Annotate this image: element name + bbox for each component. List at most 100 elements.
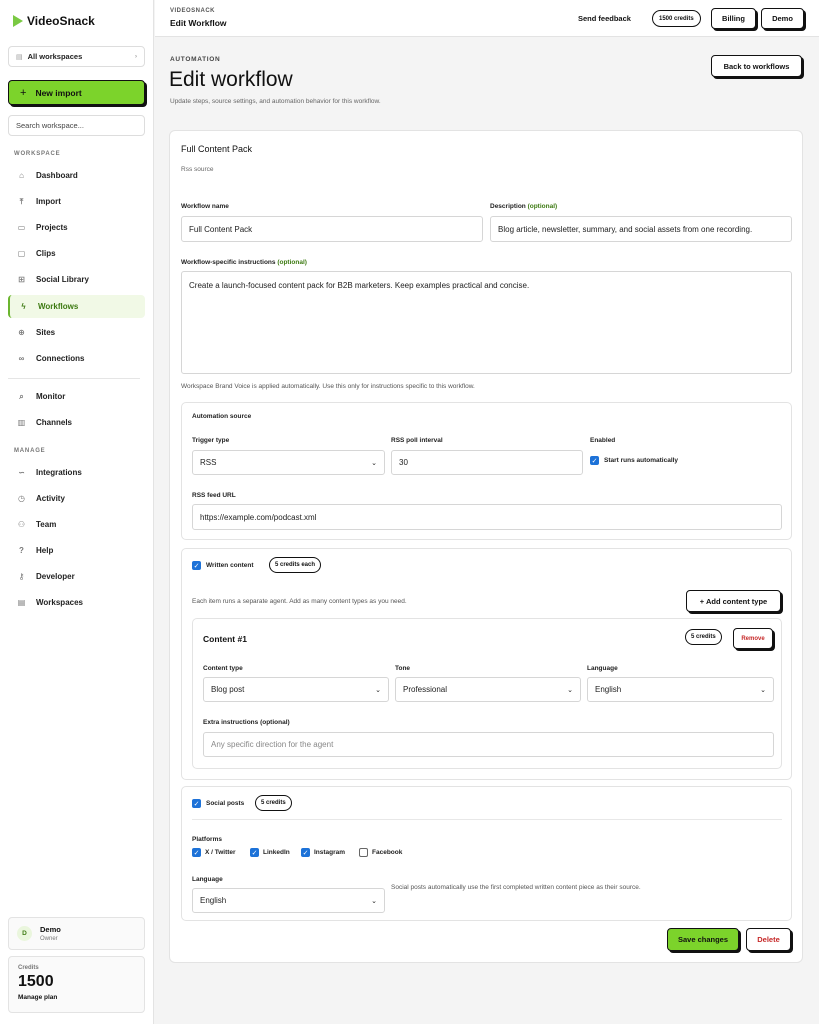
folder-icon: ▭ — [17, 223, 26, 232]
social-language-select[interactable]: English ⌄ — [192, 888, 385, 913]
sidebar-item-import[interactable]: ⤒ Import — [8, 190, 145, 213]
sidebar-item-dashboard[interactable]: ⌂ Dashboard — [8, 164, 145, 187]
billing-button[interactable]: Billing — [711, 8, 756, 29]
content-item-title: Content #1 — [203, 634, 247, 644]
workflow-name-label-text: Workflow name — [181, 203, 229, 210]
tone-select[interactable]: Professional ⌄ — [395, 677, 581, 702]
content-type-select[interactable]: Blog post ⌄ — [203, 677, 389, 702]
sidebar-item-label: Projects — [36, 223, 68, 232]
sidebar-item-activity[interactable]: ◷ Activity — [8, 487, 145, 510]
add-content-type-button[interactable]: + Add content type — [686, 590, 781, 612]
social-language-value: English — [200, 896, 227, 905]
instructions-textarea[interactable]: Create a launch-focused content pack for… — [181, 271, 792, 374]
breadcrumb[interactable]: VIDEOSNACK — [170, 8, 215, 14]
page-title: Edit workflow — [169, 68, 293, 91]
written-content-checkbox[interactable]: ✓ — [192, 561, 201, 571]
video-icon: ▢ — [17, 249, 26, 258]
sidebar-item-help[interactable]: ? Help — [8, 539, 145, 562]
workflow-name-input[interactable]: Full Content Pack — [181, 216, 483, 242]
rss-poll-interval-input[interactable]: 30 — [391, 450, 583, 475]
workspace-button[interactable]: Demo — [761, 8, 804, 29]
sidebar-item-workspaces[interactable]: ▤ Workspaces — [8, 591, 145, 614]
remove-content-button[interactable]: Remove — [733, 628, 773, 649]
optional-tag: (optional) — [527, 203, 558, 210]
language-value: English — [595, 685, 622, 694]
section-manage-label: MANAGE — [14, 448, 46, 454]
rss-poll-interval-label: RSS poll interval — [391, 437, 443, 444]
language-label: Language — [587, 665, 618, 672]
brand-logo[interactable]: VideoSnack — [13, 14, 95, 28]
sidebar-item-projects[interactable]: ▭ Projects — [8, 216, 145, 239]
save-changes-button[interactable]: Save changes — [667, 928, 739, 951]
extra-instructions-input[interactable]: Any specific direction for the agent — [203, 732, 774, 757]
language-select[interactable]: English ⌄ — [587, 677, 774, 702]
social-divider — [192, 819, 782, 820]
sidebar-item-label: Activity — [36, 494, 65, 503]
content-item-credits-badge: 5 credits — [685, 629, 722, 645]
sidebar-item-developer[interactable]: ⚷ Developer — [8, 565, 145, 588]
automation-source-title: Automation source — [192, 413, 252, 420]
sidebar-item-integrations[interactable]: ∽ Integrations — [8, 461, 145, 484]
user-card[interactable]: D Demo Owner — [8, 917, 145, 950]
sidebar-item-label: Developer — [36, 572, 75, 581]
clock-icon: ◷ — [18, 494, 25, 503]
platform-linkedin[interactable]: ✓ LinkedIn — [250, 848, 290, 857]
sidebar-item-clips[interactable]: ▢ Clips — [8, 242, 145, 265]
sidebar-item-connections[interactable]: ∞ Connections — [8, 347, 145, 370]
chevron-down-icon: ⌄ — [371, 459, 377, 467]
send-feedback-button[interactable]: Send feedback — [578, 14, 631, 23]
platform-instagram[interactable]: ✓ Instagram — [301, 848, 345, 857]
sidebar-item-label: Workspaces — [36, 598, 83, 607]
written-content-note: Each item runs a separate agent. Add as … — [192, 598, 407, 605]
bolt-icon: ϟ — [21, 302, 26, 311]
plus-icon: + — [20, 86, 27, 99]
tone-label: Tone — [395, 665, 411, 672]
platform-facebook[interactable]: Facebook — [359, 848, 402, 857]
description-label: Description (optional) — [490, 203, 557, 210]
help-icon: ? — [19, 546, 24, 555]
social-posts-note: Social posts automatically use the first… — [391, 884, 641, 891]
rss-feed-url-input[interactable]: https://example.com/podcast.xml — [192, 504, 782, 530]
sidebar-item-label: Integrations — [36, 468, 82, 477]
sidebar-item-social-library[interactable]: ⊞ Social Library — [8, 268, 145, 291]
start-automatically-checkbox[interactable]: ✓ Start runs automatically — [590, 456, 678, 465]
start-automatically-label: Start runs automatically — [604, 457, 679, 464]
written-content-label: Written content — [206, 562, 254, 569]
trigger-type-select[interactable]: RSS ⌄ — [192, 450, 385, 475]
sidebar-item-workflows[interactable]: ϟ Workflows — [8, 295, 145, 318]
grid-icon: ⊞ — [18, 275, 25, 284]
social-posts-checkbox[interactable]: ✓ — [192, 799, 201, 809]
social-posts-label: Social posts — [206, 800, 245, 807]
sidebar-item-monitor[interactable]: ⌕ Monitor — [8, 385, 145, 408]
chevron-down-icon: ⌄ — [371, 897, 377, 905]
extra-instructions-label-text: Extra instructions — [203, 719, 259, 726]
social-language-label: Language — [192, 876, 223, 883]
extra-instructions-label: Extra instructions (optional) — [203, 719, 290, 726]
sidebar-item-label: Help — [36, 546, 54, 555]
delete-button[interactable]: Delete — [746, 928, 791, 951]
sidebar-item-sites[interactable]: ⊕ Sites — [8, 321, 145, 344]
platforms-label: Platforms — [192, 836, 222, 843]
new-import-label: New import — [35, 87, 82, 98]
back-to-workflows-button[interactable]: Back to workflows — [711, 55, 802, 77]
checkbox-unchecked-icon — [359, 848, 368, 857]
search-workspace-input[interactable] — [8, 115, 145, 136]
workspace-select[interactable]: ▤ All workspaces › — [8, 46, 145, 67]
search-icon: ⌕ — [19, 391, 24, 401]
section-workspace-label: WORKSPACE — [14, 151, 61, 157]
sidebar-divider — [8, 378, 140, 379]
avatar: D — [17, 926, 32, 941]
description-input[interactable]: Blog article, newsletter, summary, and s… — [490, 216, 792, 242]
manage-plan-link[interactable]: Manage plan — [18, 994, 135, 1001]
new-import-button[interactable]: + New import — [8, 80, 145, 105]
sidebar-item-label: Dashboard — [36, 171, 78, 180]
description-label-text: Description — [490, 203, 526, 210]
sidebar-item-label: Team — [36, 520, 57, 529]
platform-x-twitter[interactable]: ✓ X / Twitter — [192, 848, 236, 857]
sidebar-item-channels[interactable]: ▥ Channels — [8, 411, 145, 434]
written-credits-badge: 5 credits each — [269, 557, 322, 573]
user-role: Owner — [40, 936, 58, 942]
play-logo-icon — [13, 15, 23, 27]
sidebar-item-team[interactable]: ⚇ Team — [8, 513, 145, 536]
sidebar-item-label: Clips — [36, 249, 56, 258]
